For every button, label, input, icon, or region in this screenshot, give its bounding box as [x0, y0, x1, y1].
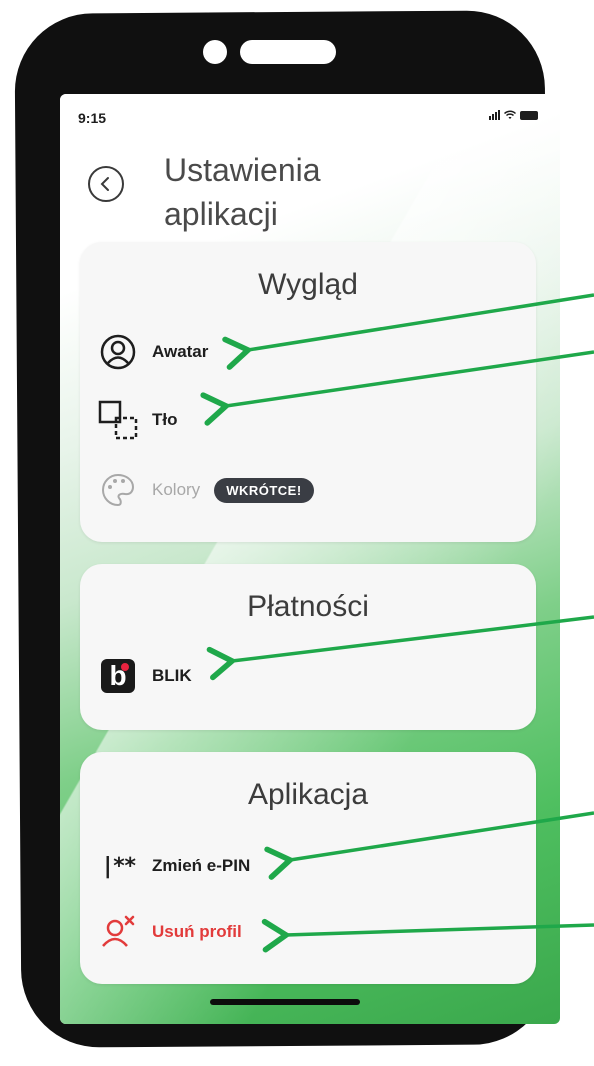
home-indicator [210, 999, 360, 1005]
background-row[interactable]: Tło [98, 400, 178, 440]
status-time: 9:15 [78, 110, 107, 126]
page-title-line1: Ustawienia [164, 152, 321, 188]
wifi-icon [504, 110, 516, 119]
blik-logo: b [101, 659, 135, 693]
coming-soon-badge: WKRÓTCE! [214, 477, 314, 503]
pin-icon: |** [98, 846, 138, 886]
payments-card: Płatności b BLIK [80, 564, 536, 730]
back-button[interactable] [88, 166, 124, 202]
background-icon [98, 400, 138, 440]
blik-row[interactable]: b BLIK [98, 656, 192, 696]
payments-card-title: Płatności [247, 590, 369, 623]
speaker-bar [240, 40, 336, 64]
signal-icon [489, 110, 500, 120]
colors-label: Kolory [152, 480, 201, 499]
camera-dot [203, 40, 227, 64]
delete-profile-label: Usuń profil [152, 922, 242, 941]
appearance-card: Wygląd Awatar Tło Kolory WKRÓTCE! [80, 242, 536, 542]
status-icons [489, 110, 538, 120]
page-title-line2: aplikacji [164, 196, 278, 232]
delete-profile-row[interactable]: Usuń profil [98, 912, 242, 952]
chevron-left-icon [100, 177, 109, 191]
status-bar: 9:15 [60, 94, 560, 134]
application-card-title: Aplikacja [247, 778, 369, 811]
blik-icon: b [98, 656, 138, 696]
palette-icon [98, 470, 138, 510]
phone-screen: 9:15 Ustawienia aplikacji Wygląd Awatar … [60, 94, 560, 1024]
application-card: Aplikacja |** Zmień e-PIN Usuń profil [80, 752, 536, 984]
page-title: Ustawienia aplikacji [164, 148, 424, 236]
change-epin-label: Zmień e-PIN [152, 856, 251, 875]
pin-icon-text: |** [101, 853, 137, 879]
colors-row: Kolory WKRÓTCE! [98, 470, 314, 510]
delete-profile-icon [98, 912, 138, 952]
avatar-row[interactable]: Awatar [98, 332, 208, 372]
change-epin-row[interactable]: |** Zmień e-PIN [98, 846, 250, 886]
background-label: Tło [152, 410, 178, 429]
avatar-icon [98, 332, 138, 372]
battery-icon [520, 110, 538, 120]
blik-label: BLIK [152, 666, 192, 685]
appearance-card-title: Wygląd [258, 268, 358, 301]
avatar-label: Awatar [152, 342, 209, 361]
